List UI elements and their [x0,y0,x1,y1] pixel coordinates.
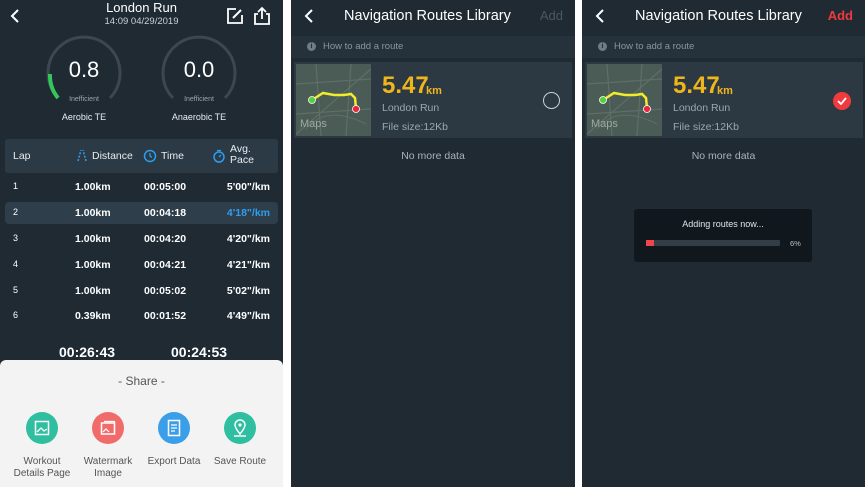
back-arrow-icon[interactable] [303,9,315,23]
lap-pace: 4'18"/km [226,207,270,219]
share-sheet: - Share - Workout Details Page Watermark… [0,360,283,487]
route-map-thumbnail: Maps [587,64,662,136]
progress-bar [646,240,780,246]
no-more-data-text: No more data [401,150,465,162]
lap-row-fastest[interactable]: 2 1.00km 00:04:18 4'18"/km [5,202,278,224]
clock-icon [143,149,157,163]
lap-column-header: Lap [13,150,31,162]
watermark-image-share-button[interactable] [92,412,124,444]
route-name: London Run [382,102,440,114]
lap-distance: 1.00km [75,233,111,245]
lap-row[interactable]: 6 0.39km 00:01:52 4'49"/km [5,305,278,327]
lap-pace: 5'02"/km [226,285,270,297]
maps-label: Maps [591,118,618,130]
workout-details-share-button[interactable] [26,412,58,444]
route-name: London Run [673,102,731,114]
page-title: Navigation Routes Library [635,8,802,24]
time-column-header: Time [161,150,184,162]
anaerobic-te-rating: Inefficient [184,96,214,103]
checkmark-icon [837,97,847,105]
edit-icon[interactable] [226,7,244,25]
adding-routes-dialog: Adding routes now... 6% [634,209,812,262]
lap-pace: 4'49"/km [226,310,270,322]
lap-row[interactable]: 1 1.00km 00:05:00 5'00"/km [5,176,278,198]
lap-distance: 1.00km [75,259,111,271]
document-icon [167,419,181,437]
save-route-share-label: Save Route [213,456,267,467]
aerobic-te-rating: Inefficient [69,96,99,103]
watermark-image-share-label: Watermark Image [83,456,133,479]
lap-time: 00:01:52 [144,310,187,322]
lap-distance: 0.39km [75,310,111,322]
lap-distance: 1.00km [75,207,111,219]
how-to-add-route-link[interactable]: How to add a route [323,41,403,52]
add-button[interactable]: Add [828,8,853,23]
lap-pace: 4'21"/km [226,259,270,271]
moving-time: 00:24:53 [171,344,228,360]
lap-time: 00:05:00 [144,181,187,193]
pace-column-header: Avg. Pace [230,143,254,166]
route-map-thumbnail: Maps [296,64,371,136]
routes-library-adding-screen: Navigation Routes Library Add i How to a… [582,0,865,487]
lap-pace: 5'00"/km [226,181,270,193]
watermark-icon [100,420,116,435]
route-distance: 5.47 [673,72,720,99]
back-arrow-icon[interactable] [594,9,606,23]
route-distance-unit: km [426,85,442,97]
progress-percent: 6% [790,239,801,248]
distance-column-header: Distance [92,150,133,162]
export-data-share-label: Export Data [147,456,201,467]
info-icon: i [598,42,607,51]
lap-time: 00:04:21 [144,259,187,271]
lap-table-header: Lap Distance Time Avg. Pace [5,139,278,173]
how-to-add-route-link[interactable]: How to add a route [614,41,694,52]
progress-fill [646,240,654,246]
lap-number: 6 [13,310,19,320]
lap-number: 1 [13,181,19,191]
route-selected-checkbox[interactable] [833,92,851,110]
share-icon[interactable] [253,6,271,25]
distance-icon [77,149,87,162]
add-button-disabled[interactable]: Add [540,8,563,23]
lap-pace: 4'20"/km [226,233,270,245]
routes-library-screen: Navigation Routes Library Add i How to a… [291,0,575,487]
export-data-share-button[interactable] [158,412,190,444]
lap-number: 5 [13,285,19,295]
maps-label: Maps [300,118,327,130]
lap-time: 00:05:02 [144,285,187,297]
workout-detail-screen: London Run 14:09 04/29/2019 0.8 Ineffici… [0,0,283,487]
route-distance: 5.47 [382,72,429,99]
route-file-size: File size:12Kb [673,121,739,133]
lap-time: 00:04:18 [144,207,187,219]
aerobic-te-value: 0.8 [68,57,100,82]
lap-distance: 1.00km [75,285,111,297]
anaerobic-te-label: Anaerobic TE [171,112,227,122]
save-route-share-button[interactable] [224,412,256,444]
lap-number: 2 [13,207,19,217]
lap-number: 4 [13,259,19,269]
no-more-data-text: No more data [691,150,756,162]
lap-row[interactable]: 4 1.00km 00:04:21 4'21"/km [5,254,278,276]
route-select-radio[interactable] [543,92,560,109]
total-time: 00:26:43 [59,344,116,360]
stopwatch-icon [213,149,225,163]
anaerobic-te-value: 0.0 [183,57,215,82]
image-icon [34,420,50,436]
lap-row[interactable]: 3 1.00km 00:04:20 4'20"/km [5,228,278,250]
route-card[interactable]: Maps 5.47 km London Run File size:12Kb [294,62,572,138]
adding-routes-text: Adding routes now... [682,219,764,229]
route-file-size: File size:12Kb [382,121,448,133]
route-distance-unit: km [717,85,733,97]
lap-number: 3 [13,233,19,243]
route-card-selected[interactable]: Maps 5.47 km London Run File size:12Kb [585,62,863,138]
info-icon: i [307,42,316,51]
workout-details-share-label: Workout Details Page [13,456,71,479]
lap-row[interactable]: 5 1.00km 00:05:02 5'02"/km [5,280,278,302]
lap-distance: 1.00km [75,181,111,193]
share-title: - Share - [118,374,165,388]
lap-time: 00:04:20 [144,233,187,245]
page-title: Navigation Routes Library [344,8,511,24]
location-pin-icon [234,419,246,437]
aerobic-te-label: Aerobic TE [61,112,107,122]
